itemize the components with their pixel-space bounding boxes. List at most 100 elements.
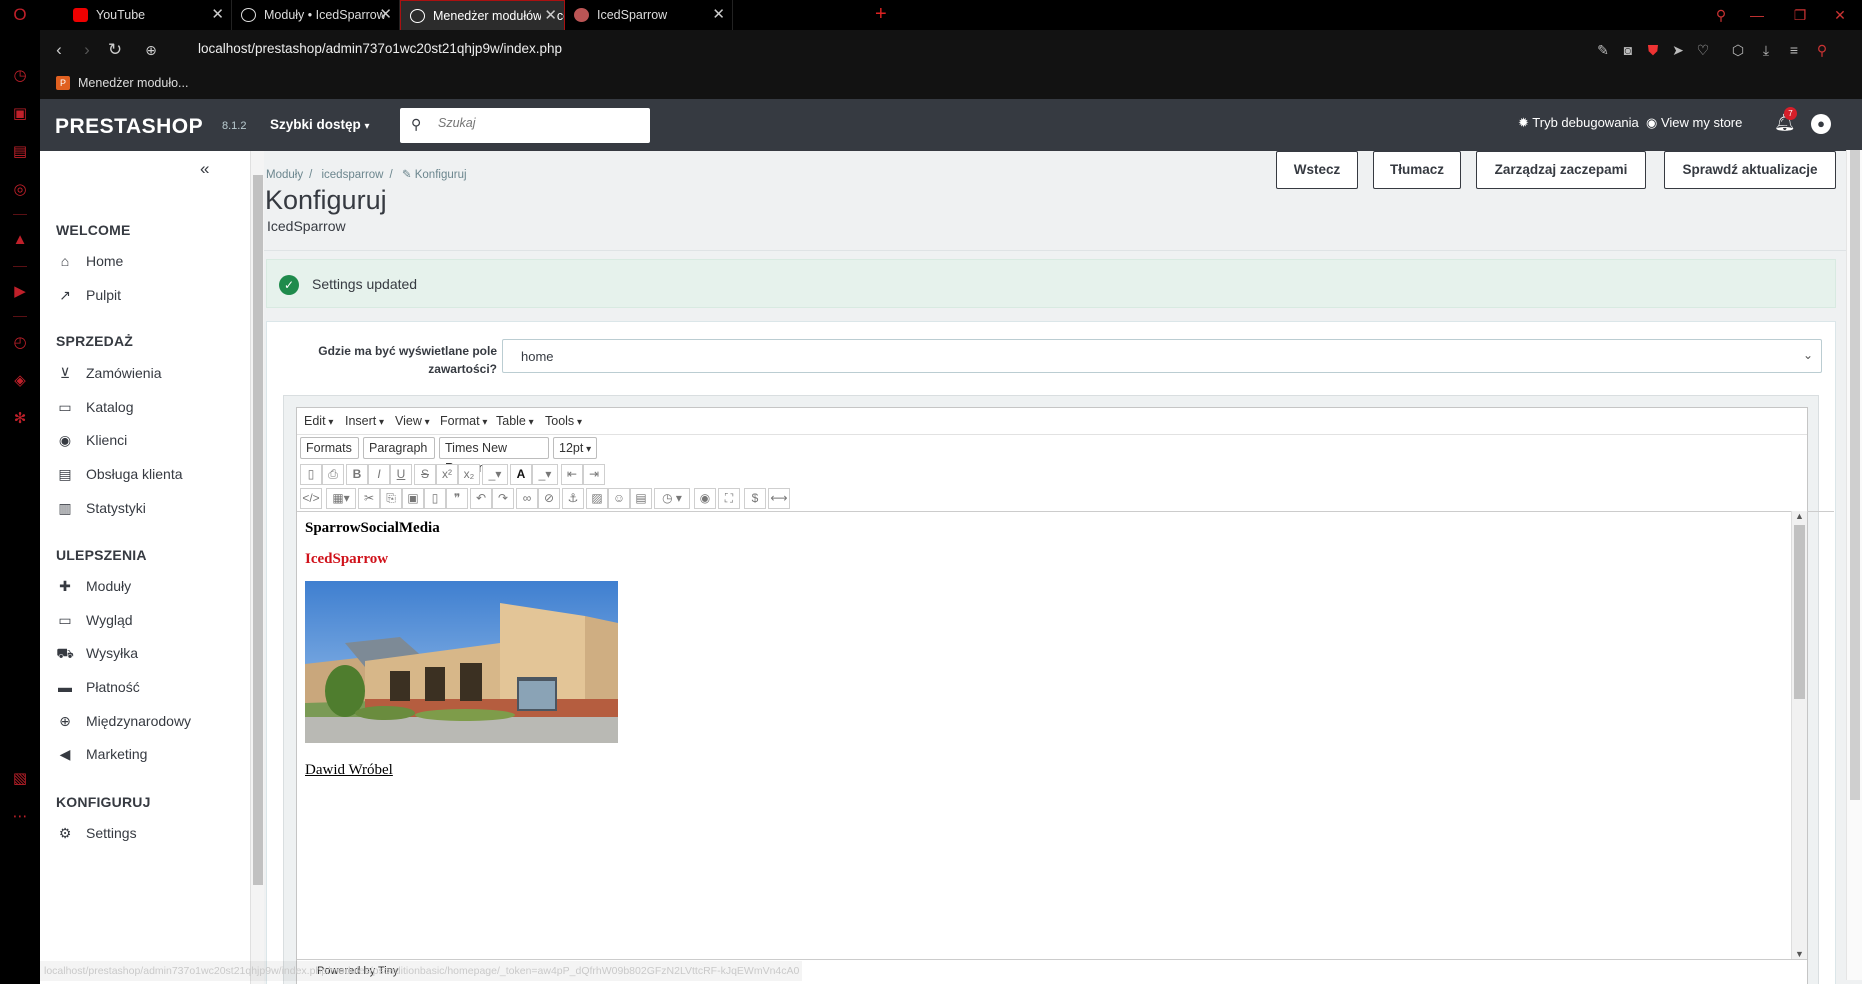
sidebar-item-home[interactable]: ⌂ Home [56,249,236,273]
prestashop-logo[interactable]: PRESTASHOP [55,115,203,139]
preview-icon[interactable]: ◉ [694,488,716,509]
editor-scrollbar[interactable]: ▲ ▼ [1791,511,1807,959]
sidebar-item-shipping[interactable]: ⛟ Wysyłka [56,641,236,665]
player-icon[interactable]: ▶ [10,282,30,302]
text-color-icon[interactable]: _▾ [482,464,508,485]
sidebar-item-catalog[interactable]: ▭ Katalog [56,395,236,419]
media-icon[interactable]: ▤ [630,488,652,509]
close-icon[interactable]: ✕ [211,0,224,30]
restore-icon[interactable]: ❐ [1783,0,1817,30]
cut-icon[interactable]: ✂ [358,488,380,509]
indent-icon[interactable]: ⇥ [583,464,605,485]
close-icon[interactable]: ✕ [379,0,392,30]
table-icon[interactable]: ▦▾ [326,488,356,509]
opera-logo-icon[interactable]: O [10,5,30,25]
block-format-dropdown[interactable]: Paragraph [363,437,435,459]
more-icon[interactable]: ⋯ [10,807,30,827]
close-icon[interactable]: ✕ [712,0,725,30]
scrollbar-thumb[interactable] [253,175,263,885]
fullscreen-icon[interactable]: ⛶ [718,488,740,509]
twitch-icon[interactable]: ▤ [10,142,30,162]
debug-mode-link[interactable]: ✹ Tryb debugowania [1518,115,1639,131]
minimize-icon[interactable]: — [1740,0,1774,30]
paste-text-icon[interactable]: ▯ [424,488,446,509]
adblock-icon[interactable]: ⛊ [1643,40,1663,60]
history-icon[interactable]: ◴ [10,333,30,353]
speed-dial-icon[interactable]: ◷ [10,66,30,86]
tab-youtube[interactable]: YouTube ✕ [64,0,232,30]
menu-view[interactable]: View [395,414,430,428]
background-color-icon[interactable]: _▾ [532,464,558,485]
formats-dropdown[interactable]: Formats [300,437,359,459]
superscript-icon[interactable]: x² [436,464,458,485]
tab-module-manager[interactable]: Menedżer modułów • IcedS ✕ [400,0,565,30]
blockquote-icon[interactable]: ❞ [446,488,468,509]
back-icon[interactable]: ‹ [48,40,70,60]
search-tabs-icon[interactable]: ⚲ [1704,0,1738,30]
gallery-icon[interactable]: ▧ [10,769,30,789]
sidebar-item-payment[interactable]: ▬ Płatność [56,675,236,699]
edit-icon[interactable]: ✎ [1593,40,1613,60]
font-color-icon[interactable]: A [510,464,532,485]
emoticons-icon[interactable]: ☺ [608,488,630,509]
scrollbar-thumb[interactable] [1850,150,1860,800]
menu-insert[interactable]: Insert [345,414,384,428]
url-field[interactable]: localhost/prestashop/admin737o1wc20st21q… [198,41,562,56]
download-icon[interactable]: ⤓ [1756,40,1776,60]
heart-icon[interactable]: ♡ [1693,40,1713,60]
bag-icon[interactable]: ▣ [10,104,30,124]
menu-icon[interactable]: ≡ [1784,40,1804,60]
horizontal-rule-icon[interactable]: ⟷ [768,488,790,509]
account-icon[interactable]: ● [1811,114,1831,134]
close-icon[interactable]: ✕ [541,1,557,30]
cube-icon[interactable]: ◈ [10,371,30,391]
sidebar-item-international[interactable]: ⊕ Międzynarodowy [56,709,236,733]
new-document-icon[interactable]: ▯ [300,464,322,485]
tab-modules[interactable]: Moduły • IcedSparrow ✕ [232,0,400,30]
quick-access-dropdown[interactable]: Szybki dostęp ▾ [270,117,370,132]
redo-icon[interactable]: ↷ [492,488,514,509]
outdent-icon[interactable]: ⇤ [561,464,583,485]
subscript-icon[interactable]: x₂ [458,464,480,485]
notifications-button[interactable]: 🔔︎ 7 [1774,107,1797,133]
sidebar-item-settings[interactable]: ⚙ Settings [56,821,236,845]
collapse-sidebar-icon[interactable]: « [200,159,209,179]
search-input[interactable] [438,116,638,130]
link-icon[interactable]: ∞ [516,488,538,509]
building-image[interactable] [305,581,618,743]
forward-icon[interactable]: › [76,40,98,60]
scroll-down-icon[interactable]: ▼ [1795,949,1804,959]
menu-format[interactable]: Format [440,414,487,428]
breadcrumb-module[interactable]: icedsparrow [321,169,383,181]
paste-icon[interactable]: ▣ [402,488,424,509]
sidebar-item-stats[interactable]: ▥ Statystyki [56,496,236,520]
sidebar-item-orders[interactable]: ⊻ Zamówienia [56,361,236,385]
page-scrollbar[interactable] [1846,150,1862,980]
undo-icon[interactable]: ↶ [470,488,492,509]
settings-icon[interactable]: ✻ [10,409,30,429]
menu-tools[interactable]: Tools [545,414,582,428]
translate-button[interactable]: Tłumacz [1373,151,1461,189]
italic-icon[interactable]: I [368,464,390,485]
menu-table[interactable]: Table [496,414,534,428]
bookmark-module-manager[interactable]: Menedżer moduło... [78,76,188,90]
anchor-icon[interactable]: ⚓ [562,488,584,509]
box-icon[interactable]: ⬡ [1728,40,1748,60]
editor-content[interactable]: SparrowSocialMedia IcedSparrow Dawid Wró… [297,511,1834,959]
date-time-icon[interactable]: ◷ ▾ [654,488,690,509]
sidebar-item-modules[interactable]: ✚ Moduły [56,574,236,598]
source-code-icon[interactable]: </> [300,488,322,509]
bold-icon[interactable]: B [346,464,368,485]
dollar-icon[interactable]: $ [744,488,766,509]
unlink-icon[interactable]: ⊘ [538,488,560,509]
instagram-icon[interactable]: ◎ [10,180,30,200]
image-icon[interactable]: ▨ [586,488,608,509]
font-family-dropdown[interactable]: Times New Roman [439,437,549,475]
site-info-icon[interactable]: ⊕ [140,40,162,60]
new-tab-icon[interactable]: + [875,2,887,26]
display-location-select[interactable]: home ⌄ [502,339,1822,373]
view-store-link[interactable]: ◉ View my store [1646,115,1742,131]
manage-hooks-button[interactable]: Zarządzaj zaczepami [1476,151,1646,189]
sidebar-item-customers[interactable]: ◉ Klienci [56,428,236,452]
scroll-up-icon[interactable]: ▲ [1795,511,1804,521]
